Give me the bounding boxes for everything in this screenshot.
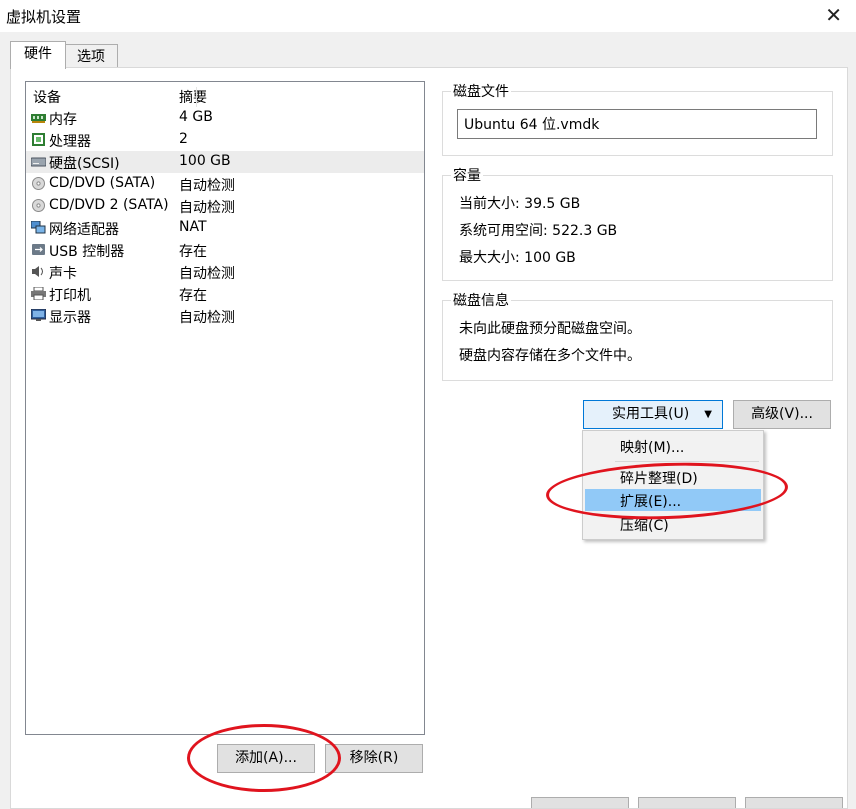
device-summary: 存在 <box>179 288 207 304</box>
device-name: 打印机 <box>49 288 91 304</box>
network-adapter-icon <box>31 221 46 234</box>
device-summary: 自动检测 <box>179 200 235 216</box>
disk-info-line-1: 未向此硬盘预分配磁盘空间。 <box>459 321 641 337</box>
device-row-network-adapter[interactable]: 网络适配器 NAT <box>26 217 424 239</box>
processor-icon <box>32 133 45 146</box>
usb-icon <box>32 244 45 255</box>
window-title: 虚拟机设置 <box>6 8 82 26</box>
device-name: 硬盘(SCSI) <box>49 156 120 172</box>
menu-item-expand[interactable]: 扩展(E)... <box>585 489 761 511</box>
available-space-text: 系统可用空间: 522.3 GB <box>459 223 618 239</box>
cd-dvd-icon <box>32 199 45 212</box>
tab-options[interactable]: 选项 <box>64 44 118 69</box>
menu-item-label: 碎片整理(D) <box>620 471 698 487</box>
utilities-dropdown-button[interactable]: 实用工具(U) ▼ <box>583 400 723 429</box>
disk-info-group: 磁盘信息 未向此硬盘预分配磁盘空间。 硬盘内容存储在多个文件中。 <box>442 290 833 381</box>
device-list[interactable]: 设备 摘要 内存 4 GB 处理器 2 硬盘(SCSI) 100 GB CD/D… <box>25 81 425 735</box>
device-name: 显示器 <box>49 310 91 326</box>
menu-item-map[interactable]: 映射(M)... <box>585 435 761 457</box>
disk-file-value: Ubuntu 64 位.vmdk <box>464 117 600 133</box>
memory-icon <box>31 114 46 123</box>
menu-item-defragment[interactable]: 碎片整理(D) <box>585 466 761 488</box>
utilities-menu: 映射(M)... 碎片整理(D) 扩展(E)... 压缩(C) <box>582 430 764 540</box>
cd-dvd-icon <box>32 177 45 190</box>
device-summary: 2 <box>179 131 188 147</box>
hard-disk-icon <box>31 157 46 167</box>
sound-card-icon <box>32 266 43 277</box>
device-summary: 自动检测 <box>179 266 235 282</box>
device-name: CD/DVD 2 (SATA) <box>49 197 169 213</box>
device-summary: 自动检测 <box>179 178 235 194</box>
column-header-summary[interactable]: 摘要 <box>179 87 207 107</box>
remove-button[interactable]: 移除(R) <box>325 744 423 773</box>
device-name: CD/DVD (SATA) <box>49 175 156 191</box>
printer-icon <box>31 287 46 300</box>
device-name: USB 控制器 <box>49 244 125 260</box>
column-divider[interactable] <box>196 87 197 107</box>
max-size-text: 最大大小: 100 GB <box>459 250 576 266</box>
device-row-memory[interactable]: 内存 4 GB <box>26 107 424 129</box>
device-name: 处理器 <box>49 134 91 150</box>
current-size-text: 当前大小: 39.5 GB <box>459 196 581 212</box>
device-row-printer[interactable]: 打印机 存在 <box>26 283 424 305</box>
display-icon <box>31 309 46 321</box>
disk-info-line-2: 硬盘内容存储在多个文件中。 <box>459 348 641 364</box>
device-summary: NAT <box>179 219 207 235</box>
device-name: 声卡 <box>49 266 77 282</box>
close-icon[interactable]: ✕ <box>825 4 842 26</box>
menu-item-label: 扩展(E)... <box>620 494 682 510</box>
device-summary: 存在 <box>179 244 207 260</box>
device-name: 网络适配器 <box>49 222 119 238</box>
device-name: 内存 <box>49 112 77 128</box>
disk-file-title: 磁盘文件 <box>451 81 511 101</box>
menu-item-label: 压缩(C) <box>620 518 669 534</box>
device-row-cd-dvd[interactable]: CD/DVD (SATA) 自动检测 <box>26 173 424 195</box>
device-list-header: 设备 摘要 <box>26 84 424 107</box>
column-header-device[interactable]: 设备 <box>33 87 61 107</box>
device-summary: 4 GB <box>179 109 213 125</box>
device-summary: 100 GB <box>179 153 231 169</box>
disk-info-title: 磁盘信息 <box>451 290 511 310</box>
device-row-cd-dvd-2[interactable]: CD/DVD 2 (SATA) 自动检测 <box>26 195 424 217</box>
device-row-hard-disk[interactable]: 硬盘(SCSI) 100 GB <box>26 151 424 173</box>
device-row-display[interactable]: 显示器 自动检测 <box>26 305 424 327</box>
utilities-button-label: 实用工具(U) <box>612 406 690 422</box>
tab-hardware[interactable]: 硬件 <box>10 41 66 69</box>
capacity-title: 容量 <box>451 165 483 185</box>
advanced-button[interactable]: 高级(V)... <box>733 400 831 429</box>
device-row-usb-controller[interactable]: USB 控制器 存在 <box>26 239 424 261</box>
title-bar: 虚拟机设置 ✕ <box>0 0 856 32</box>
device-row-sound-card[interactable]: 声卡 自动检测 <box>26 261 424 283</box>
disk-file-field[interactable]: Ubuntu 64 位.vmdk <box>457 109 817 139</box>
menu-separator <box>615 461 759 462</box>
menu-item-label: 映射(M)... <box>620 440 685 456</box>
capacity-group: 容量 当前大小: 39.5 GB 系统可用空间: 522.3 GB 最大大小: … <box>442 165 833 281</box>
device-row-processor[interactable]: 处理器 2 <box>26 129 424 151</box>
device-summary: 自动检测 <box>179 310 235 326</box>
menu-item-compact[interactable]: 压缩(C) <box>585 513 761 535</box>
add-button[interactable]: 添加(A)... <box>217 744 315 773</box>
disk-file-group: 磁盘文件 Ubuntu 64 位.vmdk <box>442 81 833 156</box>
chevron-down-icon: ▼ <box>704 409 712 420</box>
